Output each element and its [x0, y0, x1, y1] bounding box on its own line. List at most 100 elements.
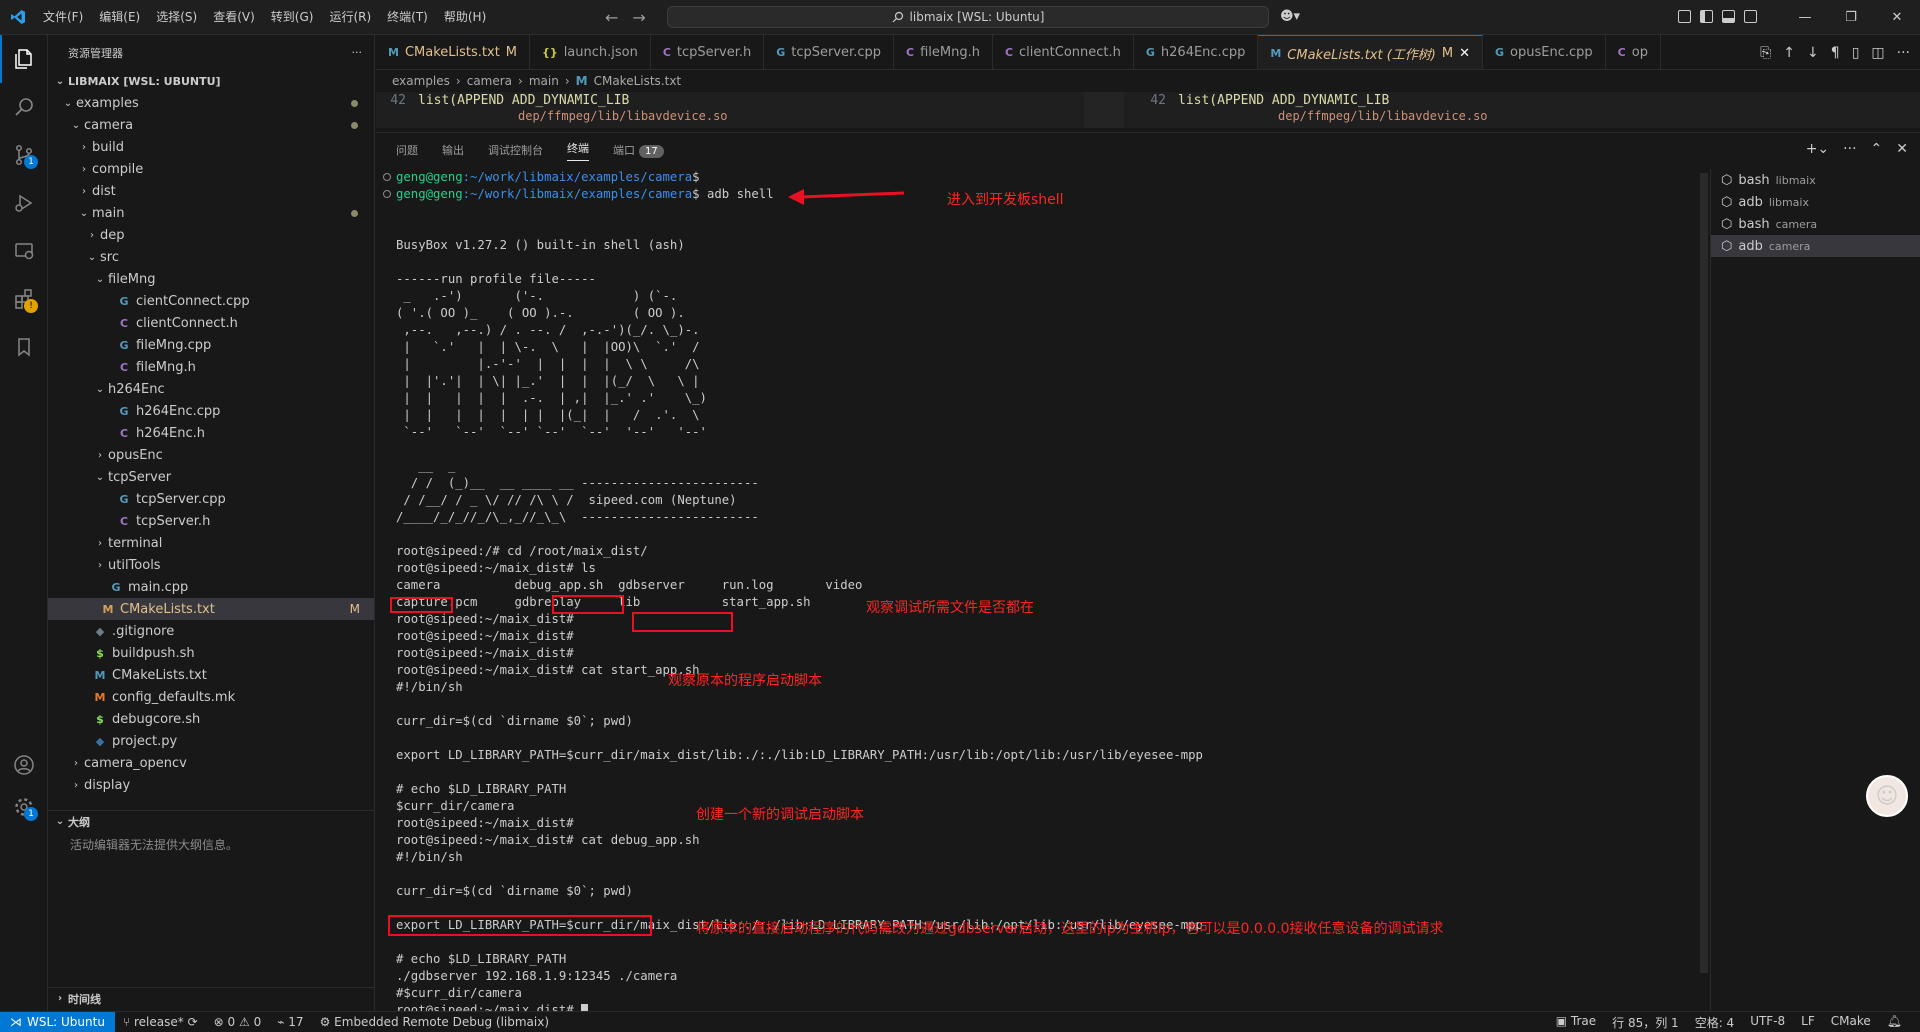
explorer-icon[interactable] — [0, 35, 48, 83]
indentation[interactable]: 空格: 4 — [1687, 1014, 1743, 1031]
ports-indicator[interactable]: ⌁ 17 — [269, 1015, 311, 1029]
copilot-icon[interactable]: ☻▾ — [1280, 9, 1300, 24]
menu-terminal[interactable]: 终端(T) — [379, 0, 436, 35]
assistant-avatar[interactable]: ☺ — [1866, 775, 1908, 817]
source-control-icon[interactable]: 1 — [0, 131, 48, 179]
editor-tab[interactable]: GopusEnc.cpp — [1483, 35, 1606, 69]
diff-editor[interactable]: 42 list(APPEND ADD_DYNAMIC_LIB dep/ffmpeg… — [376, 92, 1920, 128]
close-window-icon[interactable]: ✕ — [1874, 10, 1920, 25]
tree-file[interactable]: Gmain.cpp — [48, 576, 374, 598]
tree-folder[interactable]: ⌄ main — [48, 202, 374, 224]
menu-file[interactable]: 文件(F) — [35, 0, 91, 35]
tree-folder[interactable]: › compile — [48, 158, 374, 180]
terminal-instance[interactable]: ⬡ adb libmaix — [1711, 191, 1920, 213]
timeline-section-header[interactable]: › 时间线 — [48, 987, 375, 1009]
encoding[interactable]: UTF-8 — [1742, 1014, 1793, 1031]
language-mode[interactable]: CMake — [1823, 1014, 1879, 1031]
tree-folder[interactable]: › dist — [48, 180, 374, 202]
tree-folder[interactable]: › display — [48, 774, 374, 796]
tree-file[interactable]: GfileMng.cpp — [48, 334, 374, 356]
command-decoration-icon[interactable] — [383, 173, 391, 181]
terminal-output[interactable]: geng@geng:~/work/libmaix/examples/camera… — [376, 169, 1700, 1012]
tree-file[interactable]: M CMakeLists.txt — [48, 664, 374, 686]
tree-folder[interactable]: › opusEnc — [48, 444, 374, 466]
settings-gear-icon[interactable]: 1 — [0, 783, 48, 831]
tab-terminal[interactable]: 终端 — [567, 140, 589, 161]
breadcrumb-item[interactable]: CMakeLists.txt — [594, 74, 682, 88]
tree-folder[interactable]: ⌄ h264Enc — [48, 378, 374, 400]
editor-tab[interactable]: {} launch.json — [530, 35, 651, 69]
remote-explorer-icon[interactable] — [0, 227, 48, 275]
tree-file[interactable]: Ch264Enc.h — [48, 422, 374, 444]
terminal-instance[interactable]: ⬡ adb camera — [1711, 235, 1920, 257]
new-terminal-icon[interactable]: +⌄ — [1806, 141, 1829, 157]
tree-folder[interactable]: › utilTools — [48, 554, 374, 576]
debug-config[interactable]: ⚙ Embedded Remote Debug (libmaix) — [312, 1015, 557, 1029]
breadcrumb-item[interactable]: examples — [392, 74, 450, 88]
close-panel-icon[interactable]: ✕ — [1896, 141, 1908, 157]
breadcrumb-item[interactable]: main — [529, 74, 559, 88]
workspace-root[interactable]: ⌄ LIBMAIX [WSL: UBUNTU] — [48, 70, 374, 92]
minimize-icon[interactable]: — — [1782, 10, 1828, 25]
tree-file[interactable]: $ debugcore.sh — [48, 708, 374, 730]
cursor-position[interactable]: 行 85，列 1 — [1604, 1014, 1687, 1031]
command-center-search[interactable]: libmaix [WSL: Ubuntu] — [667, 6, 1269, 28]
tree-file[interactable]: ◆ project.py — [48, 730, 374, 752]
tree-folder[interactable]: ⌄ fileMng — [48, 268, 374, 290]
extensions-icon[interactable]: ! — [0, 275, 48, 323]
tab-ports[interactable]: 端口 17 — [613, 142, 664, 158]
command-decoration-icon[interactable] — [383, 190, 391, 198]
tree-file[interactable]: GtcpServer.cpp — [48, 488, 374, 510]
editor-tab[interactable]: CclientConnect.h — [993, 35, 1134, 69]
open-changes-icon[interactable]: ⎘ — [1760, 45, 1771, 61]
menu-go[interactable]: 转到(G) — [263, 0, 322, 35]
terminal-instance[interactable]: ⬡ bash camera — [1711, 213, 1920, 235]
maximize-panel-icon[interactable]: ⌃ — [1871, 141, 1883, 157]
close-tab-icon[interactable]: ✕ — [1459, 46, 1470, 61]
tree-file[interactable]: GcientConnect.cpp — [48, 290, 374, 312]
breadcrumb-item[interactable]: camera — [467, 74, 512, 88]
tree-folder[interactable]: › dep — [48, 224, 374, 246]
tree-folder[interactable]: › terminal — [48, 532, 374, 554]
trae-indicator[interactable]: ▣ Trae — [1548, 1014, 1604, 1031]
book-icon[interactable]: ▯ — [1852, 45, 1860, 61]
editor-tab[interactable]: M CMakeLists.txt (工作树) M ✕ — [1258, 35, 1484, 69]
editor-tab[interactable]: Cop — [1606, 35, 1661, 69]
toggle-whitespace-icon[interactable]: ¶ — [1831, 45, 1840, 61]
menu-view[interactable]: 查看(V) — [205, 0, 263, 35]
remote-indicator[interactable]: ⋊ WSL: Ubuntu — [0, 1011, 115, 1032]
tree-file[interactable]: M CMakeLists.txt M — [48, 598, 374, 620]
tree-folder[interactable]: ⌄ camera — [48, 114, 374, 136]
search-view-icon[interactable] — [0, 83, 48, 131]
notifications-bell-icon[interactable]: 🔔︎ — [1879, 1014, 1910, 1031]
more-actions-icon[interactable]: ··· — [1843, 141, 1856, 157]
split-editor-icon[interactable]: ◫ — [1871, 45, 1884, 61]
tree-file[interactable]: CclientConnect.h — [48, 312, 374, 334]
forward-arrow-icon[interactable]: → — [632, 8, 645, 27]
tree-file[interactable]: ◆ .gitignore — [48, 620, 374, 642]
end-of-line[interactable]: LF — [1793, 1014, 1823, 1031]
toggle-secondary-sidebar-icon[interactable] — [1744, 10, 1757, 23]
previous-change-icon[interactable]: ↑ — [1783, 45, 1795, 61]
more-actions-icon[interactable]: ··· — [1897, 45, 1910, 61]
editor-tab[interactable]: CtcpServer.h — [651, 35, 765, 69]
outline-section-header[interactable]: ⌄ 大纲 — [48, 810, 375, 832]
tree-folder[interactable]: ⌄ examples — [48, 92, 374, 114]
menu-help[interactable]: 帮助(H) — [436, 0, 494, 35]
menu-edit[interactable]: 编辑(E) — [91, 0, 148, 35]
editor-tab[interactable]: CfileMng.h — [894, 35, 993, 69]
tree-file[interactable]: CtcpServer.h — [48, 510, 374, 532]
toggle-panel-icon[interactable] — [1722, 10, 1735, 23]
editor-tab[interactable]: M CMakeLists.txt M — [376, 35, 531, 69]
terminal-instance[interactable]: ⬡ bash libmaix — [1711, 169, 1920, 191]
bookmark-icon[interactable] — [0, 323, 48, 371]
account-icon[interactable] — [0, 741, 48, 789]
editor-tab[interactable]: GtcpServer.cpp — [764, 35, 894, 69]
run-debug-icon[interactable] — [0, 179, 48, 227]
toggle-sidebar-icon[interactable] — [1700, 10, 1713, 23]
tree-folder[interactable]: › camera_opencv — [48, 752, 374, 774]
menu-selection[interactable]: 选择(S) — [148, 0, 205, 35]
tree-folder[interactable]: ⌄ src — [48, 246, 374, 268]
more-actions-icon[interactable]: ··· — [352, 46, 363, 59]
tree-file[interactable]: Gh264Enc.cpp — [48, 400, 374, 422]
